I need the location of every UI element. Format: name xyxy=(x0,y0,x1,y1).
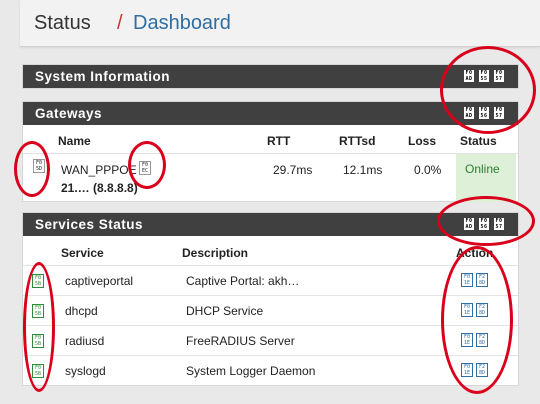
table-row: F0 5D WAN_PPPOE F0 EC 21.… (8.8.8.8) 29.7m… xyxy=(23,154,518,202)
breadcrumb-status[interactable]: Status xyxy=(34,12,91,35)
service-name: captiveportal xyxy=(65,274,134,288)
column-header-loss: Loss xyxy=(408,134,437,148)
service-description: Captive Portal: akh… xyxy=(186,274,300,288)
service-name: radiusd xyxy=(65,334,105,348)
annotation-circle xyxy=(23,262,55,392)
gateways-table-header: Name RTT RTTsd Loss Status xyxy=(23,126,518,154)
service-name: dhcpd xyxy=(65,304,98,318)
gateway-rtt: 29.7ms xyxy=(273,163,313,177)
column-header-status: Status xyxy=(460,134,497,148)
annotation-circle xyxy=(437,196,535,246)
panel-title: Gateways xyxy=(35,106,103,121)
service-description: DHCP Service xyxy=(186,304,264,318)
gateway-rttsd: 12.1ms xyxy=(343,163,383,177)
service-name: syslogd xyxy=(65,364,106,378)
annotation-circle xyxy=(441,246,513,394)
gateway-address: 21.… (8.8.8.8) xyxy=(61,181,138,195)
column-header-rtt: RTT xyxy=(267,134,291,148)
gateway-name: WAN_PPPOE xyxy=(61,163,137,177)
panel-title: System Information xyxy=(35,69,171,84)
annotation-circle xyxy=(440,46,536,134)
column-header-name: Name xyxy=(58,134,91,148)
column-header-rttsd: RTTsd xyxy=(339,134,376,148)
panel-title: Services Status xyxy=(35,217,144,232)
annotation-circle xyxy=(128,141,166,189)
breadcrumb-separator: / xyxy=(117,12,123,34)
column-header-description: Description xyxy=(182,246,249,260)
service-description: System Logger Daemon xyxy=(186,364,316,378)
gateway-status: Online xyxy=(465,162,500,176)
gateways-panel: Gateways F0 AD F0 56 F0 57 Name RTT RTTsd L… xyxy=(22,101,519,202)
annotation-circle xyxy=(14,141,50,197)
page-header: Status / Dashboard xyxy=(20,0,540,47)
table-row: F0 5B syslogd System Logger Daemon F0 1E F… xyxy=(23,356,518,384)
service-description: FreeRADIUS Server xyxy=(186,334,295,348)
gateway-loss: 0.0% xyxy=(414,163,442,177)
services-table-header: Service Description Action xyxy=(23,237,518,266)
breadcrumb-dashboard[interactable]: Dashboard xyxy=(133,12,231,35)
column-header-service: Service xyxy=(61,246,104,260)
